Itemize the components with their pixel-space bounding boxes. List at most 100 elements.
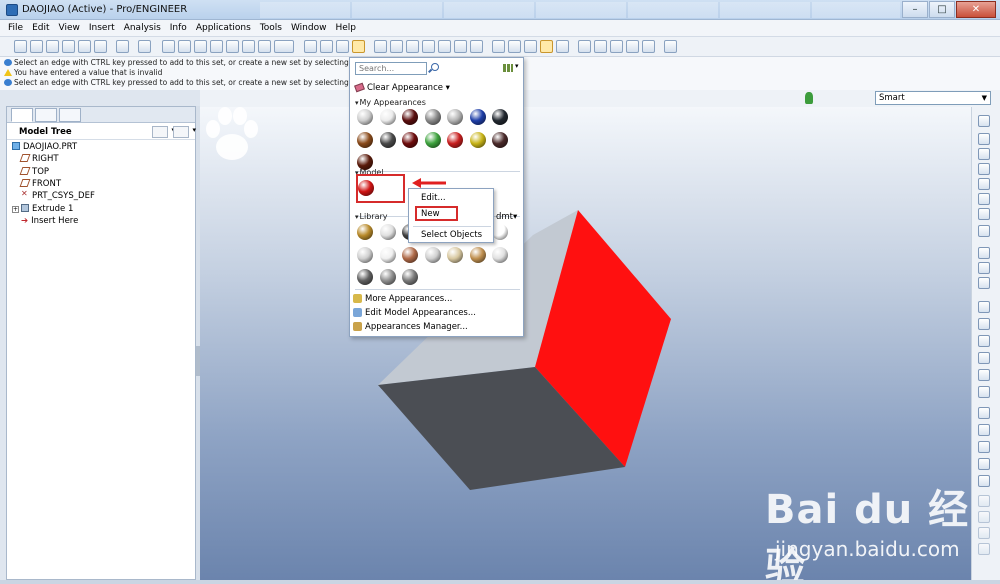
menu-window[interactable]: Window xyxy=(291,23,327,33)
refit-icon[interactable] xyxy=(406,40,419,53)
solidify-tool-icon[interactable] xyxy=(978,511,990,523)
appearance-swatch[interactable] xyxy=(424,246,441,263)
email-icon[interactable] xyxy=(78,40,91,53)
tree-item[interactable]: RIGHT xyxy=(19,154,59,164)
appearance-swatch[interactable] xyxy=(424,131,441,148)
shading-icon[interactable] xyxy=(540,40,553,53)
appearance-swatch[interactable] xyxy=(492,131,508,148)
chevron-down-icon[interactable]: ▾ xyxy=(515,62,519,70)
menu-view[interactable]: View xyxy=(59,23,80,33)
copy-icon[interactable] xyxy=(178,40,191,53)
datum-plane-tool-icon[interactable] xyxy=(978,133,990,145)
tree-show-button[interactable] xyxy=(173,126,196,138)
close-button[interactable]: ✕ xyxy=(956,1,996,18)
hidden-line-icon[interactable] xyxy=(508,40,521,53)
copy-file-icon[interactable] xyxy=(94,40,107,53)
paste-special-icon[interactable] xyxy=(210,40,223,53)
datum-axes-icon[interactable] xyxy=(594,40,607,53)
wireframe-icon[interactable] xyxy=(492,40,505,53)
regen-manager-icon[interactable] xyxy=(242,40,255,53)
pattern-tool-icon[interactable] xyxy=(978,407,990,419)
appearance-swatch[interactable] xyxy=(402,269,418,285)
csys-tool-icon[interactable] xyxy=(978,193,990,205)
undo-icon[interactable] xyxy=(116,40,129,53)
find-icon[interactable] xyxy=(258,40,271,53)
appearance-swatch[interactable] xyxy=(379,109,396,125)
analysis-tool-icon[interactable] xyxy=(978,208,990,220)
appearance-swatch[interactable] xyxy=(402,131,418,148)
zoom-in-icon[interactable] xyxy=(374,40,387,53)
select-box-icon[interactable] xyxy=(274,40,294,53)
saved-views-icon[interactable] xyxy=(438,40,451,53)
mirror-tool-icon[interactable] xyxy=(978,424,990,436)
menu-tools[interactable]: Tools xyxy=(260,23,282,33)
print-icon[interactable] xyxy=(62,40,75,53)
menu-insert[interactable]: Insert xyxy=(89,23,115,33)
tree-item[interactable]: ➔ Insert Here xyxy=(21,216,78,226)
offset-tool-icon[interactable] xyxy=(978,475,990,487)
hole-tool-icon[interactable] xyxy=(978,301,990,313)
appearance-swatch[interactable] xyxy=(492,109,508,125)
thicken-tool-icon[interactable] xyxy=(978,495,990,507)
reorient-icon[interactable] xyxy=(422,40,435,53)
appearance-swatch[interactable] xyxy=(402,109,418,125)
appearance-swatch[interactable] xyxy=(379,224,396,240)
appearance-search-input[interactable] xyxy=(355,62,427,75)
appearance-swatch[interactable] xyxy=(357,154,373,170)
context-edit-item[interactable]: Edit... xyxy=(421,193,446,203)
appearance-swatch[interactable] xyxy=(447,109,463,125)
zoom-out-icon[interactable] xyxy=(390,40,403,53)
minimize-button[interactable]: – xyxy=(902,1,928,18)
tree-settings-button[interactable] xyxy=(152,126,175,138)
csys-display-icon[interactable] xyxy=(626,40,639,53)
edit-model-appearances-item[interactable]: Edit Model Appearances... xyxy=(353,308,476,318)
more-appearances-item[interactable]: More Appearances... xyxy=(353,294,452,304)
regenerate-icon[interactable] xyxy=(226,40,239,53)
tab-folder-browser[interactable] xyxy=(35,108,57,122)
graphics-window[interactable]: Bai du 经验 jingyan.baidu.com xyxy=(200,107,971,580)
tab-favorites[interactable] xyxy=(59,108,81,122)
redo-icon[interactable] xyxy=(138,40,151,53)
datum-point-display-icon[interactable] xyxy=(336,40,349,53)
revolve-tool-icon[interactable] xyxy=(978,262,990,274)
sketch-tool-icon[interactable] xyxy=(978,115,990,127)
appearance-swatch[interactable] xyxy=(357,269,373,285)
no-hidden-icon[interactable] xyxy=(524,40,537,53)
menu-edit[interactable]: Edit xyxy=(32,23,49,33)
round-tool-icon[interactable] xyxy=(978,369,990,381)
menu-analysis[interactable]: Analysis xyxy=(124,23,161,33)
datum-points-icon[interactable] xyxy=(610,40,623,53)
appearance-swatch[interactable] xyxy=(447,131,463,148)
tree-item[interactable]: DAOJIAO.PRT xyxy=(12,142,77,152)
datum-axis-display-icon[interactable] xyxy=(320,40,333,53)
layers-icon[interactable] xyxy=(454,40,467,53)
view-options-icon[interactable] xyxy=(503,64,513,72)
maximize-button[interactable]: □ xyxy=(929,1,955,18)
library-select[interactable]: dmt▾ xyxy=(496,212,517,222)
datum-curve-tool-icon[interactable] xyxy=(978,163,990,175)
expand-icon[interactable]: + xyxy=(12,206,19,213)
menu-file[interactable]: File xyxy=(8,23,23,33)
appearance-swatch[interactable] xyxy=(447,246,463,263)
appearances-manager-item[interactable]: Appearances Manager... xyxy=(353,322,468,332)
view-manager-icon[interactable] xyxy=(470,40,483,53)
appearance-swatch[interactable] xyxy=(379,131,396,148)
datum-axis-tool-icon[interactable] xyxy=(978,148,990,160)
datum-plane-display-icon[interactable] xyxy=(304,40,317,53)
trim-tool-icon[interactable] xyxy=(978,458,990,470)
appearance-swatch[interactable] xyxy=(357,109,373,125)
open-file-icon[interactable] xyxy=(30,40,43,53)
rib-tool-icon[interactable] xyxy=(978,335,990,347)
menu-info[interactable]: Info xyxy=(170,23,187,33)
sweep-tool-icon[interactable] xyxy=(978,277,990,289)
annotation-display-icon[interactable] xyxy=(642,40,655,53)
tree-item[interactable]: PRT_CSYS_DEF xyxy=(21,191,95,201)
appearance-swatch[interactable] xyxy=(358,180,374,196)
datum-point-tool-icon[interactable] xyxy=(978,178,990,190)
appearance-swatch[interactable] xyxy=(402,246,418,263)
appearance-swatch[interactable] xyxy=(469,109,486,125)
tab-model-tree[interactable] xyxy=(11,108,33,122)
appearance-swatch[interactable] xyxy=(492,246,508,263)
search-icon[interactable] xyxy=(431,63,439,71)
appearance-swatch[interactable] xyxy=(357,131,373,148)
